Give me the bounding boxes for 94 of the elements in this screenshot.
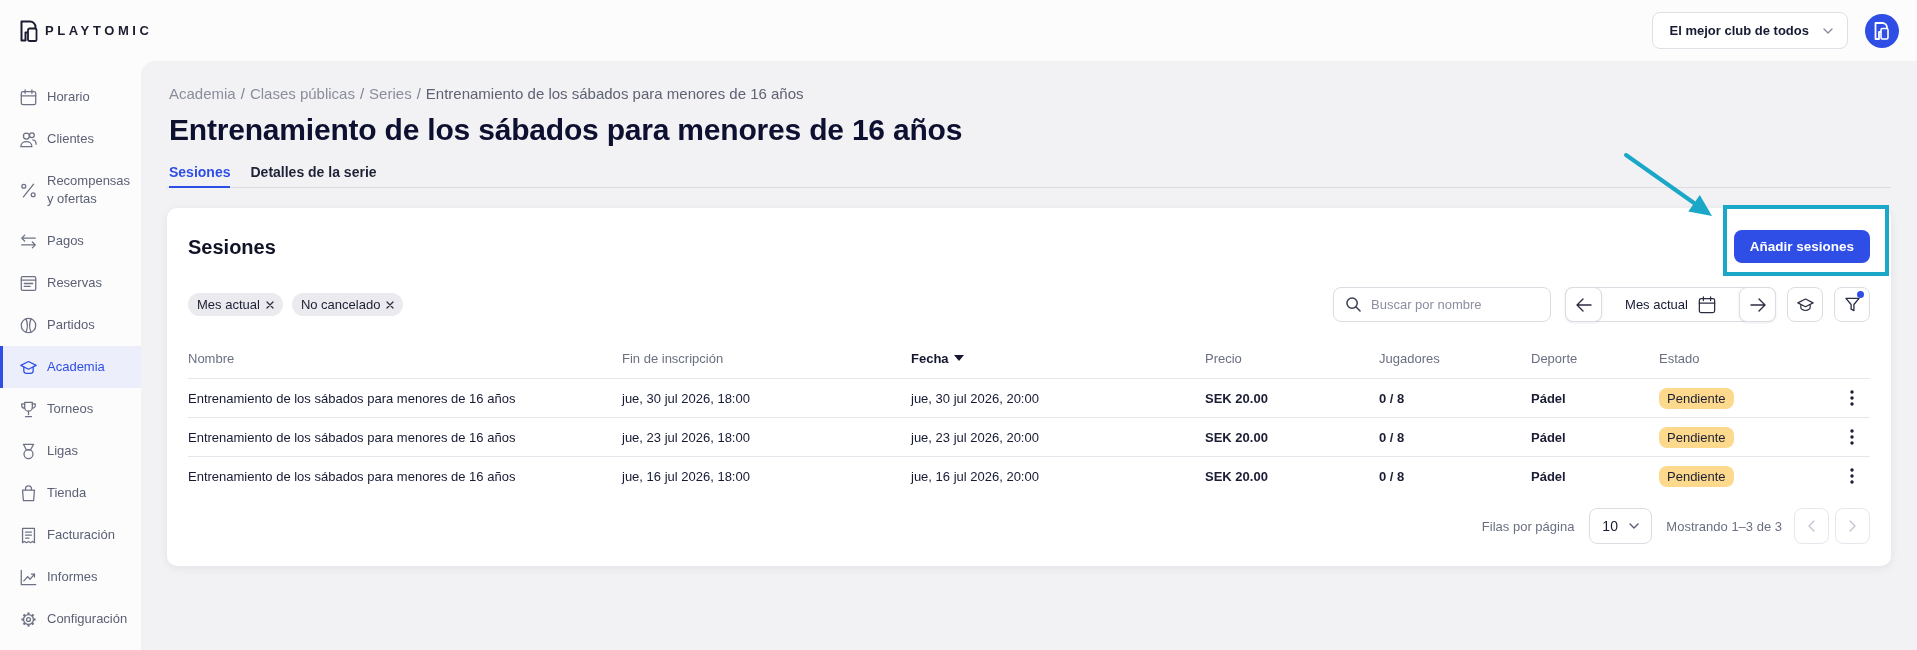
table-cell-text: Entrenamiento de los sábados para menores de 16 años <box>188 429 517 445</box>
sidebar-item[interactable]: Tienda <box>0 472 141 514</box>
graduation-cap-icon <box>1796 297 1814 312</box>
funnel-icon <box>1844 297 1860 312</box>
table-cell-text: 0 / 8 <box>1379 390 1406 406</box>
breadcrumb-separator: / <box>416 85 421 103</box>
next-period-button[interactable] <box>1739 287 1776 322</box>
club-selector[interactable]: El mejor club de todos <box>1651 12 1848 49</box>
arrow-right-icon <box>1749 297 1766 312</box>
breadcrumb-separator: / <box>240 85 245 103</box>
calendar-icon <box>20 88 37 106</box>
tab[interactable]: Sesiones <box>169 164 231 188</box>
column-header[interactable]: Estado <box>1659 350 1700 366</box>
avatar-icon[interactable] <box>1865 13 1899 48</box>
sidebar-item[interactable]: Configuración <box>0 598 141 640</box>
trophy-icon <box>20 400 37 418</box>
close-icon[interactable] <box>265 300 274 309</box>
breadcrumb-current: Entrenamiento de los sábados para menores de 16 años <box>425 85 804 103</box>
column-header[interactable]: Precio <box>1205 350 1242 366</box>
sidebar-item[interactable]: Academia <box>0 346 141 388</box>
sort-caret-icon <box>953 355 964 361</box>
column-header[interactable]: Deporte <box>1531 350 1578 366</box>
status-badge: Pendiente <box>1659 426 1734 448</box>
shopping-bag-icon <box>20 484 37 502</box>
table-cell-text: Pádel <box>1531 468 1567 484</box>
breadcrumb-separator: / <box>359 85 365 103</box>
graduation-cap-icon <box>20 358 37 376</box>
swap-arrows-icon <box>20 232 37 250</box>
chevron-down-icon <box>1628 523 1639 529</box>
sidebar-item[interactable]: Informes <box>0 556 141 598</box>
period-button[interactable]: Mes actual <box>1601 288 1740 321</box>
sidebar-item[interactable]: Facturación <box>0 514 141 556</box>
document-icon <box>20 274 37 292</box>
table-cell-text: SEK 20.00 <box>1205 390 1269 406</box>
chevron-right-icon <box>1849 520 1856 532</box>
filter-chip[interactable]: No cancelado <box>291 293 404 316</box>
search-field[interactable]: Buscar por nombre <box>1333 287 1551 322</box>
status-badge: Pendiente <box>1659 465 1734 487</box>
people-icon <box>20 130 37 148</box>
sidebar-item[interactable]: Horario <box>0 76 141 118</box>
table-cell-text: jue, 30 jul 2026, 18:00 <box>622 390 751 406</box>
sidebar-item[interactable]: Torneos <box>0 388 141 430</box>
chevron-left-icon <box>1808 520 1815 532</box>
column-header[interactable]: Jugadores <box>1379 350 1440 366</box>
column-header[interactable]: Fecha <box>911 350 949 366</box>
card-title: Sesiones <box>188 234 276 259</box>
filter-chip[interactable]: Mes actual <box>188 293 283 316</box>
receipt-icon <box>20 526 37 544</box>
more-icon[interactable] <box>1850 429 1854 445</box>
column-header[interactable]: Nombre <box>188 350 235 366</box>
status-badge: Pendiente <box>1659 387 1734 409</box>
table-cell-text: jue, 16 jul 2026, 20:00 <box>911 468 1040 484</box>
table-cell-text: jue, 23 jul 2026, 18:00 <box>622 429 751 445</box>
table-cell-text: 0 / 8 <box>1379 429 1406 445</box>
table-cell-text: Pádel <box>1531 429 1567 445</box>
logo-icon <box>20 19 38 42</box>
pagination-range: Mostrando 1–3 de 3 <box>1666 518 1782 534</box>
table-cell-text: SEK 20.00 <box>1205 429 1269 445</box>
search-icon <box>1346 297 1361 312</box>
academy-filter-button[interactable] <box>1787 287 1823 322</box>
arrow-left-icon <box>1575 297 1592 312</box>
table-cell-text: jue, 16 jul 2026, 18:00 <box>622 468 751 484</box>
rows-per-page-select[interactable]: 10 <box>1589 508 1653 544</box>
logo-text: PLAYTOMIC <box>45 23 153 38</box>
more-icon[interactable] <box>1850 468 1854 484</box>
sidebar-item[interactable]: Partidos <box>0 304 141 346</box>
sidebar-item[interactable]: Clientes <box>0 118 141 160</box>
previous-period-button[interactable] <box>1565 287 1602 322</box>
table-cell-text: 0 / 8 <box>1379 468 1406 484</box>
sidebar-item[interactable]: Recompensas y ofertas <box>0 160 141 220</box>
percent-icon <box>20 181 37 199</box>
tab[interactable]: Detalles de la serie <box>250 164 377 188</box>
table-cell-text: Entrenamiento de los sábados para menores de 16 años <box>188 468 517 484</box>
table-cell-text: jue, 23 jul 2026, 20:00 <box>911 429 1040 445</box>
table-cell-text: Pádel <box>1531 390 1567 406</box>
sidebar-item[interactable]: Pagos <box>0 220 141 262</box>
filter-button[interactable] <box>1834 287 1870 322</box>
ball-icon <box>20 316 37 334</box>
close-icon[interactable] <box>386 300 395 309</box>
column-header[interactable]: Fin de inscripción <box>622 350 724 366</box>
add-sessions-button[interactable]: Añadir sesiones <box>1733 230 1870 263</box>
settings-icon <box>20 610 37 628</box>
medal-icon <box>20 442 37 460</box>
calendar-icon <box>1697 295 1716 314</box>
sidebar-item[interactable]: Ligas <box>0 430 141 472</box>
table-cell-text: Entrenamiento de los sábados para menores de 16 años <box>188 390 517 406</box>
line-chart-icon <box>20 568 37 586</box>
chevron-down-icon <box>1823 27 1833 34</box>
table-cell-text: jue, 30 jul 2026, 20:00 <box>911 390 1040 406</box>
rows-per-page-label: Filas por página <box>1481 518 1575 534</box>
table-cell-text: SEK 20.00 <box>1205 468 1269 484</box>
page-title: Entrenamiento de los sábados para menores de 16 años <box>168 112 964 148</box>
sidebar-item[interactable]: Reservas <box>0 262 141 304</box>
more-icon[interactable] <box>1850 390 1854 406</box>
